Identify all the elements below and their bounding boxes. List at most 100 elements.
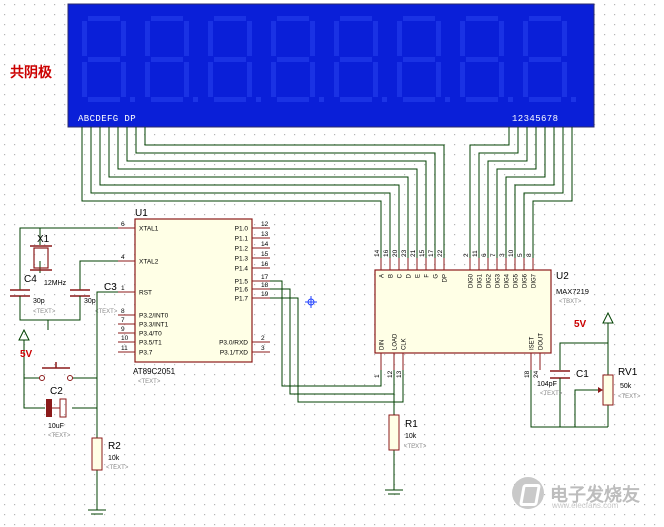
max-pin-name: B — [389, 274, 395, 278]
max-pin-number: 10 — [508, 249, 515, 257]
max-pin-name: DIN — [380, 340, 386, 350]
r1-ref: R1 — [405, 419, 418, 430]
mcu-pin-name: P1.5 — [235, 279, 249, 286]
max-pin-number: 5 — [517, 253, 524, 257]
max-pin-name: DIG2 — [487, 273, 493, 288]
mcu-pin-name: P3.1/TXD — [220, 350, 248, 357]
common-cathode-heading: 共阴极 — [10, 64, 53, 81]
max-pin-name: DIG6 — [523, 273, 529, 288]
max-pin-name: F — [425, 274, 431, 278]
rv1-ref: RV1 — [618, 367, 638, 378]
max-pin-name: C — [398, 273, 404, 278]
mcu-part: AT89C2051 — [133, 367, 176, 376]
mcu-pin-name: RST — [139, 290, 152, 297]
mcu-pin-number: 1 — [121, 285, 125, 292]
c2-ref: C2 — [50, 386, 63, 397]
watermark-url: www.elecfans.com — [552, 501, 619, 510]
max-part: MAX7219 — [556, 287, 589, 296]
mcu-pin-number: 16 — [261, 261, 269, 268]
x1-ref: X1 — [37, 234, 50, 245]
max-pin-name: E — [416, 274, 422, 278]
max-pin-number: 20 — [392, 249, 399, 257]
c1-ref: C1 — [576, 369, 589, 380]
r1-text: <TEXT> — [404, 444, 427, 450]
max-pin-name: DIG1 — [478, 273, 484, 288]
max-pin-name: G — [434, 274, 440, 279]
mcu-pin-name: P3.7 — [139, 350, 153, 357]
max-pin-name: DP — [443, 274, 449, 282]
max-text: <TBXT> — [559, 299, 582, 305]
mcu-pin-number: 13 — [261, 231, 269, 238]
mcu-pin-number: 2 — [261, 335, 265, 342]
c2-text: <TEXT> — [48, 433, 71, 439]
mcu-pin-number: 15 — [261, 251, 269, 258]
r2-value: 10k — [108, 455, 120, 462]
power-right-label: 5V — [574, 319, 587, 330]
mcu-text: <TEXT> — [138, 379, 161, 385]
max-pin-number: 24 — [533, 370, 540, 378]
max-pin-number: 11 — [472, 250, 479, 257]
c1-value: 104pF — [537, 381, 557, 388]
r2-text: <TEXT> — [106, 465, 129, 471]
mcu-pin-name: P3.3/INT1 — [139, 322, 169, 329]
max-pin-number: 1 — [374, 374, 381, 378]
max-pin-name: D — [407, 273, 413, 278]
mcu-pin-number: 6 — [121, 221, 125, 228]
elecfans-logo-icon — [512, 477, 544, 509]
c2-value: 10uF — [48, 423, 64, 430]
max-pin-number: 14 — [374, 249, 381, 257]
max-pin-number: 18 — [524, 370, 531, 378]
mcu-pin-name: P3.2/INT0 — [139, 313, 169, 320]
r2-ref: R2 — [108, 441, 121, 452]
mcu-pin-number: 10 — [121, 335, 129, 342]
mcu-pin-name: P1.7 — [235, 296, 249, 303]
mcu-pin-name: P3.5/T1 — [139, 340, 162, 347]
mcu-pin-number: 14 — [261, 241, 269, 248]
max-pin-number: 7 — [490, 253, 497, 257]
max-pin-name: A — [380, 274, 386, 278]
max-pin-name: DIG4 — [505, 273, 511, 288]
max-pin-number: 2 — [463, 253, 470, 257]
mcu-pin-number: 17 — [261, 274, 269, 281]
max-pin-name: LOAD — [393, 333, 399, 350]
mcu-pin-name: P1.4 — [235, 266, 249, 273]
mcu-ref: U1 — [135, 208, 148, 219]
mcu-pin-name: XTAL1 — [139, 226, 159, 233]
max-pin-number: 23 — [401, 249, 408, 257]
max-pin-name: DOUT — [539, 333, 545, 350]
mcu-pin-number: 8 — [121, 308, 125, 315]
max-pin-name: DIG7 — [532, 273, 538, 288]
max-pin-number: 17 — [428, 249, 435, 257]
max-pin-name: CLK — [402, 338, 408, 350]
c4-text: <TEXT> — [33, 309, 56, 315]
max-pin-name: DIG0 — [469, 273, 475, 288]
c1-text: <TEXT> — [540, 391, 563, 397]
max-pin-number: 6 — [481, 253, 488, 257]
max-pin-name: ISET — [530, 336, 536, 350]
lcd-display[interactable]: ABCDEFG DP 12345678 — [67, 3, 595, 128]
max-pin-number: 21 — [410, 249, 417, 257]
power-left-label: 5V — [20, 349, 33, 360]
rv1-text: <TEXT> — [618, 394, 641, 400]
mcu-at89c2051[interactable]: U1 AT89C2051 <TEXT> 6 XTAL1 4 XTAL2 1 RST 8 P3.… — [118, 208, 270, 385]
max-pin-number: 13 — [396, 370, 403, 378]
mcu-pin-number: 3 — [261, 345, 265, 352]
c4-value: 30p — [33, 298, 45, 305]
mcu-pin-name: P3.0/RXD — [219, 340, 248, 347]
c3-ref: C3 — [104, 282, 117, 293]
mcu-pin-name: P1.1 — [235, 236, 249, 243]
schematic-canvas: 共阴极 ABCDEFG DP 12345678 U1 AT89C2051 <TE… — [0, 0, 664, 527]
mcu-pin-number: 19 — [261, 291, 269, 298]
rv1-value: 50k — [620, 383, 632, 390]
max-pin-number: 12 — [387, 370, 394, 378]
c3-text: <TEXT> — [95, 309, 118, 315]
mcu-pin-number: 18 — [261, 282, 269, 289]
x1-value: 12MHz — [44, 280, 67, 287]
max-pin-number: 16 — [383, 249, 390, 257]
max-pin-number: 15 — [419, 249, 426, 257]
mcu-pin-name: P1.2 — [235, 246, 249, 253]
mcu-pin-number: 4 — [121, 254, 125, 261]
mcu-pin-number: 7 — [121, 317, 125, 324]
mcu-pin-number: 12 — [261, 221, 269, 228]
mcu-pin-name: P3.4/T0 — [139, 331, 162, 338]
